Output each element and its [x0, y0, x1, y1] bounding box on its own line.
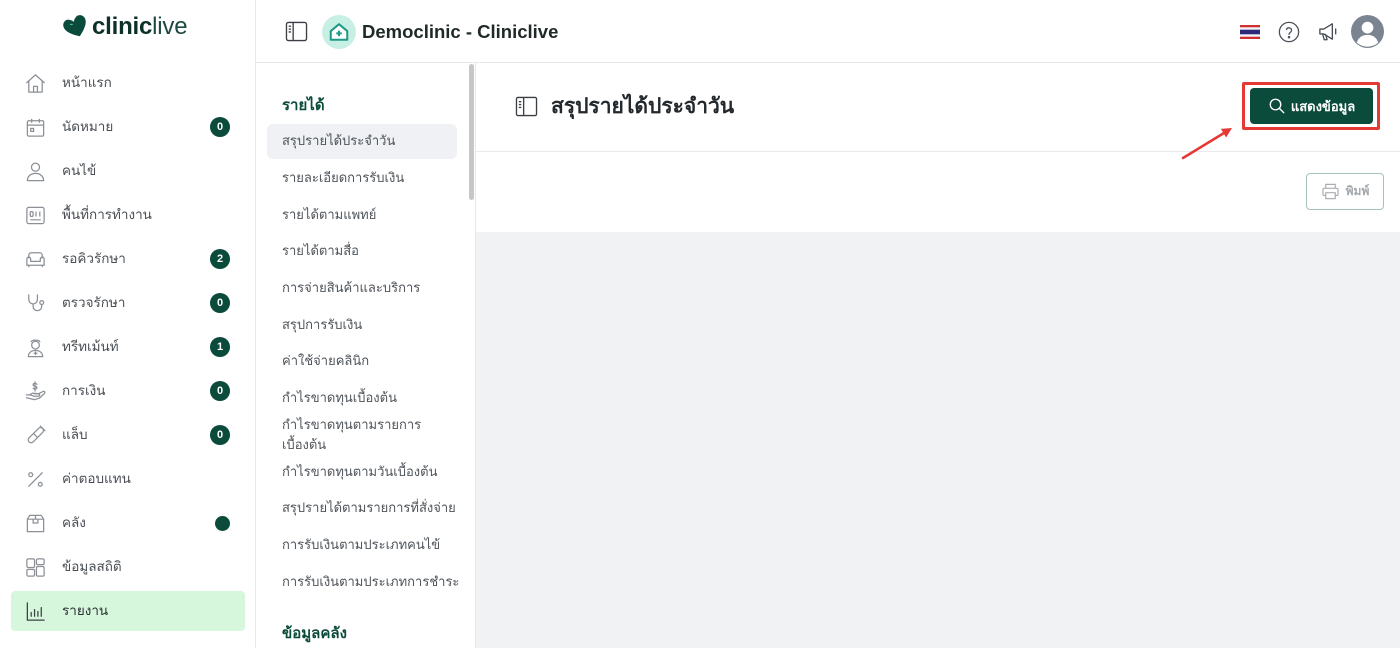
sidebar-item-label: ข้อมูลสถิติ — [62, 559, 122, 575]
submenu-scrollbar[interactable] — [469, 64, 474, 200]
sidebar-item-label: นัดหมาย — [62, 119, 114, 135]
queue-count-badge: 2 — [210, 249, 230, 269]
megaphone-icon[interactable] — [1317, 20, 1340, 43]
cliniclive-heart-icon — [63, 15, 86, 37]
sidebar-item-label: รายงาน — [62, 603, 109, 619]
appointments-count-badge: 0 — [210, 117, 230, 137]
sidebar-item-home[interactable]: หน้าแรก — [11, 63, 245, 103]
percent-icon — [24, 468, 47, 491]
cliniclive-logo[interactable]: cliniclive — [63, 12, 188, 42]
sidebar-item-label: หน้าแรก — [62, 75, 112, 91]
report-submenu: รายได้ สรุปรายได้ประจำวัน รายละเอียดการร… — [256, 63, 476, 648]
section-heading-income: รายได้ — [282, 96, 325, 114]
section-heading-inventory: ข้อมูลคลัง — [282, 624, 347, 642]
report-profit-loss-by-item[interactable]: กำไรขาดทุนตามรายการเบื้องต้น — [267, 418, 457, 455]
inventory-alert-dot — [215, 515, 230, 531]
report-payment-summary[interactable]: สรุปการรับเงิน — [267, 307, 457, 344]
help-icon[interactable] — [1278, 21, 1300, 43]
treatment-count-badge: 1 — [210, 337, 230, 357]
sidebar-item-inventory[interactable]: คลัง — [11, 503, 245, 543]
sidebar-item-label: ทรีทเม้นท์ — [62, 339, 119, 355]
report-income-by-prescribed-item[interactable]: สรุปรายได้ตามรายการที่สั่งจ่าย — [267, 491, 457, 528]
test-tube-icon — [24, 424, 47, 447]
sidebar-toggle-icon[interactable] — [285, 21, 308, 42]
sidebar-item-lab[interactable]: แล็บ 0 — [11, 415, 245, 455]
report-panel: สรุปรายได้ประจำวัน แสดงข้อมูล พิมพ์ — [476, 63, 1400, 232]
top-header: Democlinic - Cliniclive — [256, 0, 1400, 63]
sidebar-item-finance[interactable]: การเงิน 0 — [11, 371, 245, 411]
report-payment-details[interactable]: รายละเอียดการรับเงิน — [267, 161, 457, 198]
sidebar-item-label: คนไข้ — [62, 163, 97, 179]
report-payment-by-patient-type[interactable]: การรับเงินตามประเภทคนไข้ — [267, 528, 457, 565]
print-button[interactable]: พิมพ์ — [1306, 173, 1384, 210]
report-panel-header: สรุปรายได้ประจำวัน แสดงข้อมูล — [476, 63, 1400, 152]
avatar-icon[interactable] — [1351, 15, 1384, 48]
box-icon — [24, 512, 47, 535]
calendar-icon — [24, 116, 47, 139]
user-icon — [24, 160, 47, 183]
search-icon — [1269, 98, 1285, 114]
sidebar-item-label: คลัง — [62, 515, 86, 531]
report-profit-loss-basic[interactable]: กำไรขาดทุนเบื้องต้น — [267, 381, 457, 418]
report-payment-by-payment-type[interactable]: การรับเงินตามประเภทการชำระ — [267, 564, 459, 601]
sidebar-item-reports[interactable]: รายงาน — [11, 591, 245, 631]
sidebar-item-treatment[interactable]: ทรีทเม้นท์ 1 — [11, 327, 245, 367]
sidebar-item-label: ค่าตอบแทน — [62, 471, 131, 487]
page-title: สรุปรายได้ประจำวัน — [551, 94, 735, 118]
sidebar-item-label: รอคิวรักษา — [62, 251, 126, 267]
doctor-icon — [24, 336, 47, 359]
sidebar-item-label: การเงิน — [62, 383, 106, 399]
stethoscope-icon — [24, 292, 47, 315]
report-daily-income-summary[interactable]: สรุปรายได้ประจำวัน — [267, 124, 457, 159]
sidebar-item-workspace[interactable]: พื้นที่การทำงาน — [11, 195, 245, 235]
chart-icon — [24, 600, 47, 623]
report-item-label: กำไรขาดทุนตามรายการเบื้องต้น — [282, 417, 422, 453]
sidebar-item-appointments[interactable]: นัดหมาย 0 — [11, 107, 245, 147]
examination-count-badge: 0 — [210, 293, 230, 313]
sidebar-item-patients[interactable]: คนไข้ — [11, 151, 245, 191]
sidebar-item-label: ตรวจรักษา — [62, 295, 126, 311]
report-product-service-dispensing[interactable]: การจ่ายสินค้าและบริการ — [267, 271, 457, 308]
finance-count-badge: 0 — [210, 381, 230, 401]
report-income-by-media[interactable]: รายได้ตามสื่อ — [267, 234, 457, 271]
report-content: สรุปรายได้ประจำวัน แสดงข้อมูล พิมพ์ — [476, 63, 1400, 648]
main-sidebar: cliniclive หน้าแรก นัดหมาย 0 คนไข้ พื้นท… — [0, 0, 256, 648]
sidebar-item-commission[interactable]: ค่าตอบแทน — [11, 459, 245, 499]
show-data-label: แสดงข้อมูล — [1290, 99, 1356, 115]
sidebar-item-label: แล็บ — [62, 427, 88, 443]
logo-wordmark: cliniclive — [92, 13, 188, 40]
report-profit-loss-by-day[interactable]: กำไรขาดทุนตามวันเบื้องต้น — [267, 454, 457, 491]
report-panel-icon — [515, 96, 538, 117]
sidebar-item-queue[interactable]: รอคิวรักษา 2 — [11, 239, 245, 279]
report-income-by-doctor[interactable]: รายได้ตามแพทย์ — [267, 197, 457, 234]
report-clinic-expenses[interactable]: ค่าใช้จ่ายคลินิก — [267, 344, 457, 381]
home-icon — [24, 72, 47, 95]
sidebar-item-label: พื้นที่การทำงาน — [62, 207, 152, 223]
sidebar-item-statistics[interactable]: ข้อมูลสถิติ — [11, 547, 245, 587]
lab-count-badge: 0 — [210, 425, 230, 445]
thai-flag-icon[interactable] — [1240, 25, 1260, 39]
income-report-list: สรุปรายได้ประจำวัน รายละเอียดการรับเงิน … — [267, 124, 459, 601]
show-data-button[interactable]: แสดงข้อมูล — [1250, 88, 1373, 124]
sidebar-menu: หน้าแรก นัดหมาย 0 คนไข้ พื้นที่การทำงาน … — [11, 63, 245, 635]
printer-icon — [1322, 183, 1339, 200]
workspace-icon — [24, 204, 47, 227]
clinic-house-icon — [322, 15, 356, 49]
money-hand-icon — [24, 380, 47, 403]
sofa-icon — [24, 248, 47, 271]
sidebar-item-examination[interactable]: ตรวจรักษา 0 — [11, 283, 245, 323]
print-label: พิมพ์ — [1345, 184, 1370, 198]
clinic-title: Democlinic - Cliniclive — [362, 21, 559, 42]
grid-icon — [24, 556, 47, 579]
